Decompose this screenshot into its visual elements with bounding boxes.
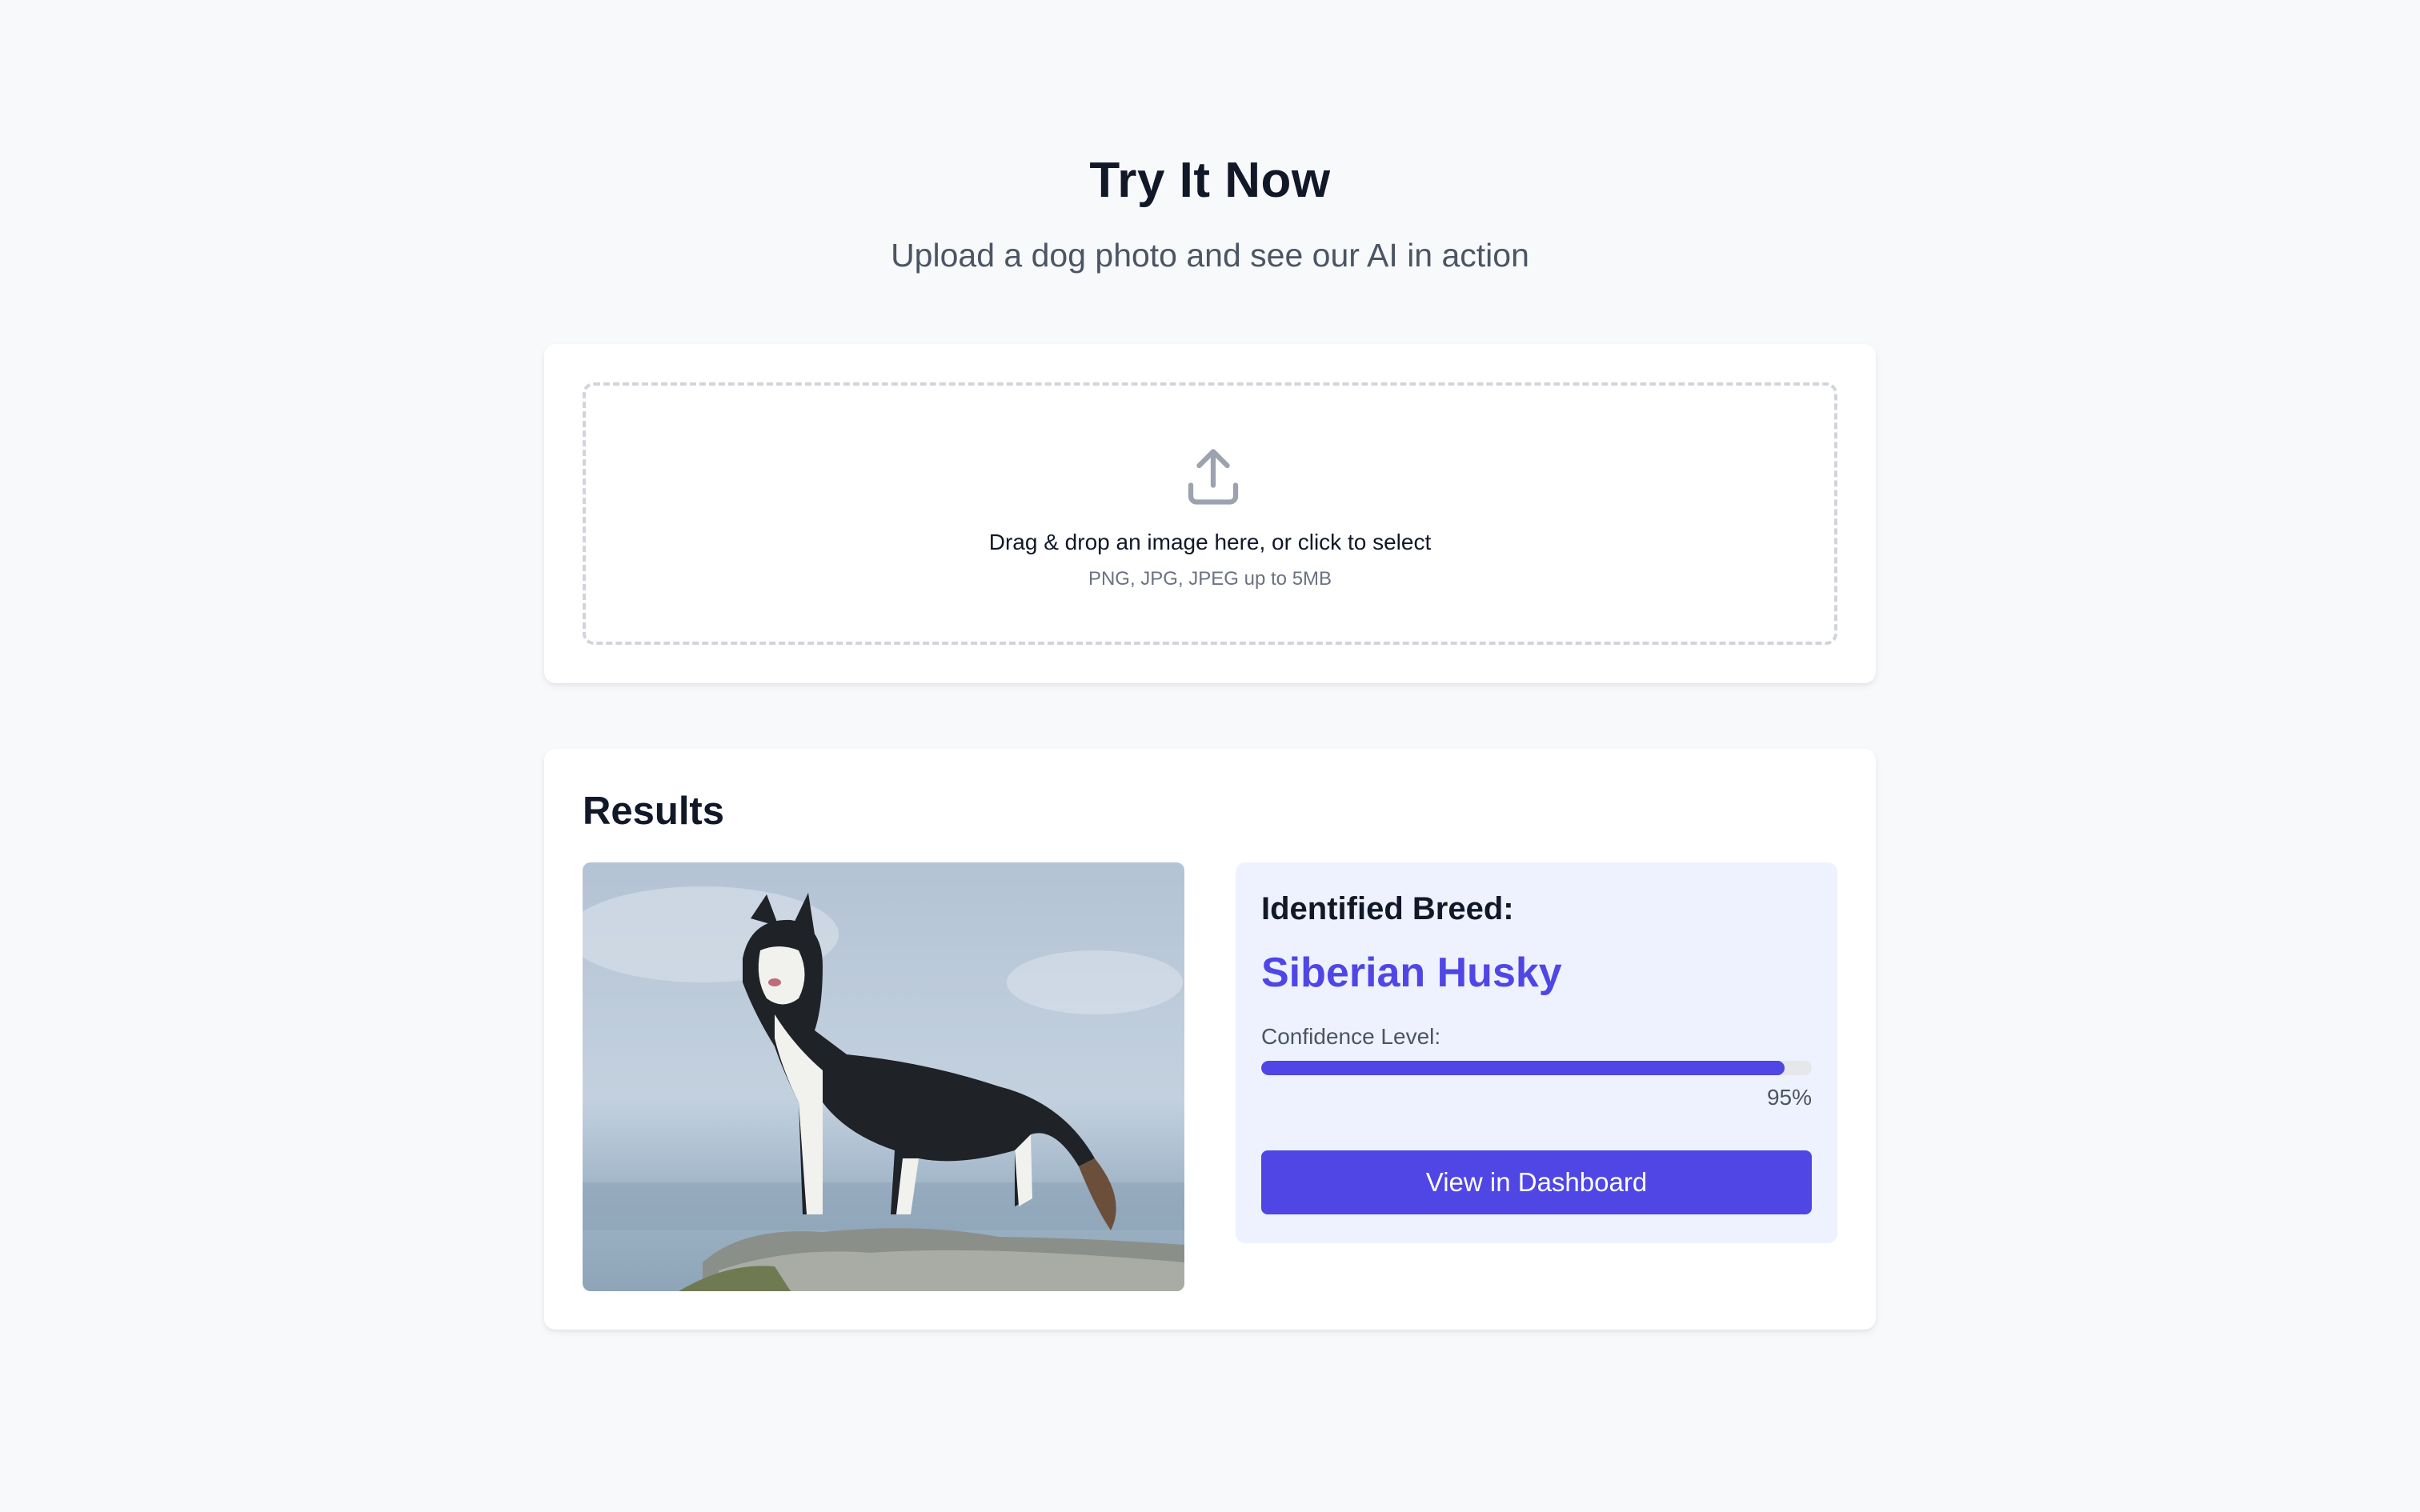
- page-subtitle: Upload a dog photo and see our AI in act…: [891, 237, 1529, 274]
- dropzone-prompt: Drag & drop an image here, or click to s…: [988, 530, 1432, 554]
- view-in-dashboard-button[interactable]: View in Dashboard: [1261, 1150, 1812, 1214]
- confidence-value: 95%: [1766, 1085, 1812, 1110]
- page: Try It Now Upload a dog photo and see ou…: [0, 0, 2420, 1512]
- confidence-label: Confidence Level:: [1261, 1024, 1441, 1049]
- dropzone-hint: PNG, JPG, JPEG up to 5MB: [1088, 568, 1332, 590]
- confidence-bar: [1261, 1061, 1812, 1075]
- image-dropzone[interactable]: Drag & drop an image here, or click to s…: [583, 382, 1837, 645]
- upload-card: Drag & drop an image here, or click to s…: [544, 344, 1876, 683]
- results-card: Results Identified Breed: Siberian Husky…: [544, 749, 1876, 1330]
- uploaded-dog-photo: [583, 862, 1184, 1291]
- results-title: Results: [583, 790, 725, 833]
- breed-label: Identified Breed:: [1261, 891, 1514, 926]
- breed-name: Siberian Husky: [1261, 950, 1562, 996]
- page-title: Try It Now: [1089, 153, 1331, 208]
- confidence-bar-fill: [1261, 1061, 1785, 1075]
- upload-icon: [1188, 449, 1239, 505]
- prediction-panel: Identified Breed: Siberian Husky Confide…: [1236, 862, 1837, 1243]
